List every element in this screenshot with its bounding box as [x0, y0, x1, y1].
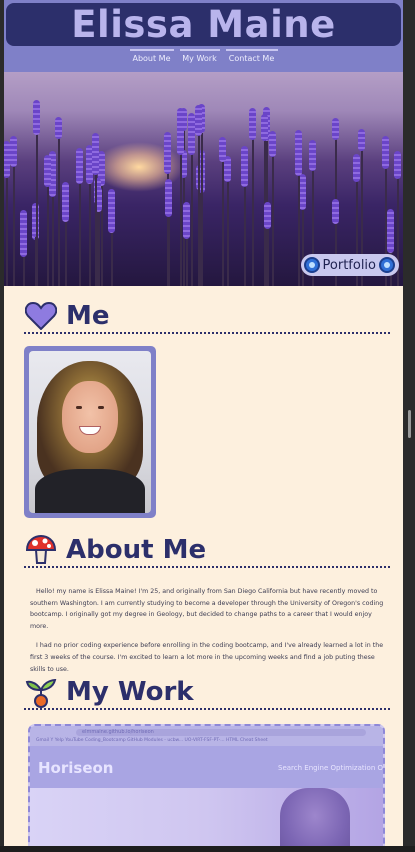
- lavender-stem: [222, 141, 224, 286]
- lavender-bloom: [108, 189, 115, 233]
- site-title: Elissa Maine: [71, 3, 336, 46]
- lavender-bloom: [219, 137, 226, 162]
- nav-link-about-me[interactable]: About Me: [129, 49, 174, 69]
- lavender-bloom: [62, 182, 69, 222]
- lavender-bloom: [177, 108, 184, 155]
- portfolio-page: Elissa Maine About Me My Work Contact Me…: [4, 0, 403, 852]
- section-heading-me: Me: [24, 300, 390, 334]
- lavender-bloom: [183, 202, 190, 239]
- lavender-bloom: [332, 199, 339, 224]
- lavender-bloom: [295, 130, 302, 176]
- lavender-bloom: [92, 133, 99, 175]
- portfolio-badge: Portfolio: [300, 254, 399, 276]
- hero-lavender-image: Portfolio: [4, 72, 403, 286]
- sprout-icon: [24, 677, 58, 708]
- lavender-bloom: [269, 131, 276, 157]
- browser-bookmarks: Gmail Y Yelp YouTube Coding_Bootcamp Git…: [36, 738, 268, 743]
- lavender-bloom: [195, 105, 202, 136]
- preview-site-header: Horiseon Search Engine Optimization Onli: [30, 746, 383, 788]
- scrollbar[interactable]: [403, 0, 415, 852]
- lavender-bloom: [309, 140, 316, 171]
- about-paragraph-2: I had no prior coding experience before …: [30, 642, 384, 673]
- about-paragraph-1: Hello! my name is Elissa Maine! I'm 25, …: [30, 588, 384, 630]
- lavender-bloom: [188, 113, 195, 155]
- lavender-bloom: [20, 210, 27, 257]
- lavender-bloom: [165, 179, 172, 217]
- lavender-bloom: [55, 117, 62, 139]
- section-title-about-me: About Me: [66, 535, 207, 565]
- section-title-me: Me: [66, 301, 110, 331]
- lavender-bloom: [353, 154, 360, 182]
- lavender-bloom: [44, 155, 51, 187]
- lavender-bloom: [394, 151, 401, 179]
- profile-photo: [29, 351, 151, 513]
- scrollbar-thumb[interactable]: [408, 410, 411, 438]
- lavender-bloom: [164, 132, 171, 174]
- site-header: Elissa Maine About Me My Work Contact Me: [4, 0, 403, 72]
- bottom-edge: [0, 846, 415, 852]
- lavender-bloom: [382, 136, 389, 169]
- work-preview-horiseon[interactable]: elmmaine.github.io/horiseon Gmail Y Yelp…: [28, 724, 385, 852]
- preview-person-image: [280, 788, 350, 852]
- portfolio-label: Portfolio: [322, 257, 376, 273]
- section-heading-my-work: My Work: [24, 676, 390, 710]
- section-heading-about-me: About Me: [24, 534, 390, 568]
- lavender-bloom: [33, 100, 40, 135]
- blue-gem-icon: [303, 257, 320, 273]
- lavender-bloom: [241, 146, 248, 187]
- title-bar: Elissa Maine: [6, 3, 401, 46]
- browser-url: elmmaine.github.io/horiseon: [76, 729, 366, 736]
- profile-photo-frame: [24, 346, 156, 518]
- preview-site-logo: Horiseon: [38, 759, 114, 777]
- lavender-bloom: [261, 114, 268, 141]
- lavender-bloom: [387, 209, 394, 253]
- lavender-bloom: [299, 174, 306, 210]
- lavender-bloom: [358, 129, 365, 151]
- section-title-my-work: My Work: [66, 677, 194, 707]
- lavender-bloom: [249, 108, 256, 140]
- lavender-bloom: [76, 148, 83, 184]
- about-text: Hello! my name is Elissa Maine! I'm 25, …: [30, 586, 384, 683]
- lavender-bloom: [332, 118, 339, 140]
- blue-gem-icon: [379, 257, 395, 273]
- nav-link-contact-me[interactable]: Contact Me: [225, 49, 278, 69]
- lavender-bloom: [264, 202, 271, 229]
- preview-site-nav: Search Engine Optimization Onli: [278, 764, 385, 772]
- lavender-stem: [272, 135, 274, 286]
- nav-link-my-work[interactable]: My Work: [179, 49, 220, 69]
- mushroom-icon: [24, 535, 58, 565]
- lavender-bloom: [10, 136, 17, 167]
- heart-icon: [24, 301, 58, 331]
- main-nav: About Me My Work Contact Me: [4, 49, 403, 69]
- lavender-stem: [201, 108, 203, 286]
- lavender-stem: [58, 121, 60, 286]
- lavender-bloom: [4, 141, 10, 178]
- browser-bar: elmmaine.github.io/horiseon Gmail Y Yelp…: [30, 726, 383, 746]
